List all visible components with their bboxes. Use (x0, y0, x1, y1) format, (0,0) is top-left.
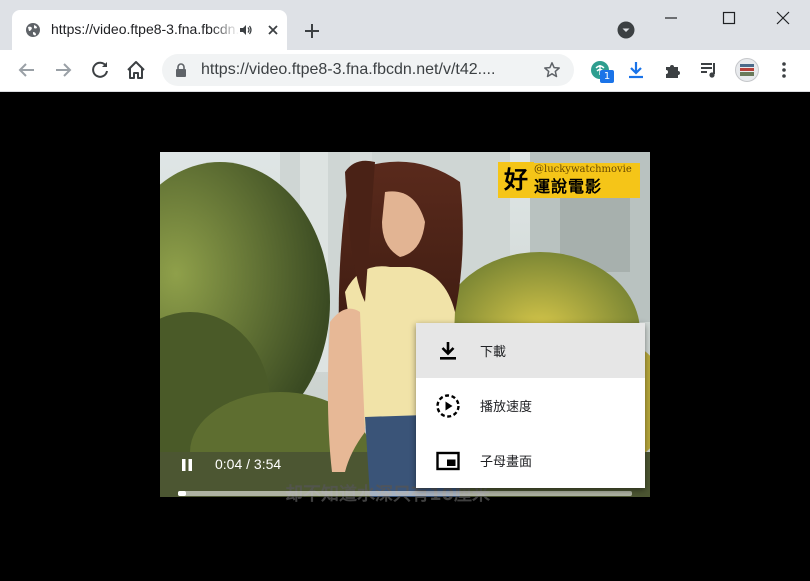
watermark-name: 運說電影 (534, 176, 640, 198)
globe-icon (26, 23, 40, 37)
reload-icon[interactable] (89, 59, 111, 81)
close-icon[interactable] (775, 10, 791, 26)
menu-item-label: 播放速度 (480, 400, 533, 415)
duration: 3:54 (253, 456, 282, 472)
chevron-down-circle-icon[interactable] (617, 21, 635, 39)
time-separator: / (242, 456, 254, 472)
maximize-icon[interactable] (721, 10, 737, 26)
time-display: 0:04 / 3:54 (215, 456, 305, 474)
more-menu-icon[interactable] (773, 59, 795, 81)
speaker-icon[interactable] (238, 22, 254, 38)
browser-tab[interactable]: https://video.ftpe8-3.fna.fbcdn.net/v/t4… (12, 10, 287, 50)
channel-watermark: 好 @luckywatchmovie 運說電影 (498, 162, 640, 198)
playback-speed-icon (436, 394, 460, 418)
close-icon[interactable] (265, 22, 281, 38)
watermark-badge: 好 (498, 162, 534, 198)
plus-icon[interactable] (300, 19, 324, 43)
seek-bar[interactable] (178, 491, 632, 496)
address-bar[interactable]: https://video.ftpe8-3.fna.fbcdn.net/v/t4… (162, 54, 574, 86)
lock-icon[interactable] (174, 63, 188, 77)
back-icon[interactable] (16, 59, 38, 81)
menu-item-label: 子母畫面 (480, 455, 533, 470)
pause-icon[interactable] (180, 458, 194, 472)
tab-title: https://video.ftpe8-3.fna.fbcdn.net/v/t4… (51, 21, 239, 37)
picture-in-picture-icon (436, 451, 460, 471)
media-control-icon[interactable] (698, 59, 720, 81)
minimize-icon[interactable] (663, 10, 679, 26)
extension-badge: 1 (600, 70, 614, 83)
download-icon[interactable] (625, 59, 647, 81)
profile-avatar-icon[interactable] (735, 58, 759, 82)
watermark-handle: @luckywatchmovie (534, 163, 640, 176)
browser-toolbar: https://video.ftpe8-3.fna.fbcdn.net/v/t4… (0, 50, 810, 92)
url-text[interactable]: https://video.ftpe8-3.fna.fbcdn.net/v/t4… (201, 61, 531, 81)
download-icon (440, 342, 456, 360)
video-context-menu: 下載 播放速度 子母畫面 (416, 323, 645, 488)
menu-item-download[interactable]: 下載 (416, 323, 645, 378)
home-icon[interactable] (125, 59, 147, 81)
bookmark-star-icon[interactable] (543, 61, 561, 79)
puzzle-icon[interactable] (662, 59, 684, 81)
menu-item-picture-in-picture[interactable]: 子母畫面 (416, 433, 645, 488)
forward-icon[interactable] (52, 59, 74, 81)
current-time: 0:04 (215, 456, 243, 472)
seek-bar-progress (178, 491, 186, 496)
menu-item-playback-speed[interactable]: 播放速度 (416, 378, 645, 433)
menu-item-label: 下載 (480, 345, 507, 360)
tab-strip: https://video.ftpe8-3.fna.fbcdn.net/v/t4… (0, 0, 810, 50)
